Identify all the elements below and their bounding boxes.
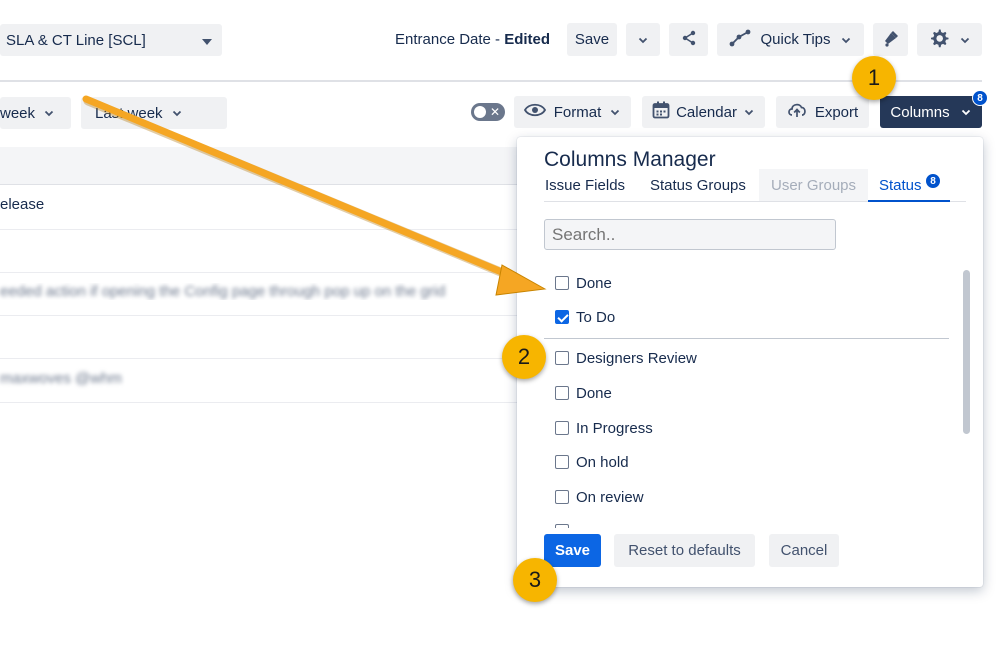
status-option-on-review[interactable]: On review: [555, 487, 644, 507]
row-divider: [0, 272, 540, 273]
chevron-down-icon: [743, 106, 755, 118]
status-option-done-selected[interactable]: Done: [555, 273, 612, 293]
checkbox[interactable]: [555, 455, 569, 469]
search-input[interactable]: [544, 219, 836, 250]
status-tab-badge: 8: [925, 173, 941, 189]
tab-status[interactable]: Status: [879, 177, 927, 194]
columns-label: Columns: [890, 103, 950, 121]
last-week-label: Last week: [95, 104, 163, 122]
tab-issue-fields[interactable]: Issue Fields: [545, 177, 625, 194]
chevron-down-icon: [960, 106, 972, 118]
view-name: Entrance Date -: [395, 31, 505, 48]
quick-tips-label: Quick Tips: [760, 31, 831, 48]
header-divider: [0, 80, 982, 82]
checkbox[interactable]: [555, 351, 569, 365]
status-option-done[interactable]: Done: [555, 383, 612, 403]
callout-3: 3: [513, 558, 557, 602]
status-option-on-hold[interactable]: On hold: [555, 452, 629, 472]
week-filter-button[interactable]: week: [0, 97, 71, 129]
week-filter-label: week: [0, 104, 36, 122]
status-option-to-do[interactable]: To Do: [555, 307, 615, 327]
share-icon: [680, 29, 698, 51]
status-option-in-progress[interactable]: In Progress: [555, 418, 653, 438]
panel-title: Columns Manager: [544, 148, 716, 171]
gear-icon: [929, 28, 949, 52]
grid-cell: maxwoves @whm: [0, 370, 122, 387]
option-label: In Progress: [576, 419, 653, 437]
option-label: On review: [576, 488, 644, 506]
toggle-knob: [474, 106, 486, 118]
quick-tips-button[interactable]: Quick Tips: [717, 23, 864, 56]
row-divider: [0, 402, 540, 403]
option-label: To Do: [576, 308, 616, 326]
view-title: Entrance Date - Edited: [395, 31, 550, 48]
status-option-designers-review[interactable]: Designers Review: [555, 348, 697, 368]
callout-1: 1: [852, 56, 896, 100]
option-label: Designers Review: [576, 349, 697, 367]
checkbox[interactable]: [555, 276, 569, 290]
tab-user-groups: User Groups: [771, 177, 857, 194]
grid-cell: eeded action if opening the Config page …: [0, 283, 455, 300]
chevron-down-icon: [840, 34, 852, 46]
format-label: Format: [553, 103, 602, 121]
eye-icon: [523, 102, 546, 122]
option-label: Done: [576, 384, 612, 402]
save-button[interactable]: Save: [544, 534, 601, 567]
view-toggle[interactable]: ✕: [471, 103, 505, 121]
chevron-down-icon: [43, 107, 55, 119]
option-label: On hold: [576, 453, 629, 471]
columns-count-badge: 8: [972, 90, 988, 106]
notifications-button[interactable]: [873, 23, 908, 56]
save-options-button[interactable]: [626, 23, 660, 56]
megaphone-icon: [882, 29, 900, 51]
callout-2: 2: [502, 335, 546, 379]
checkbox[interactable]: [555, 421, 569, 435]
share-button[interactable]: [669, 23, 708, 56]
cloud-upload-icon: [787, 102, 807, 122]
route-icon: [729, 29, 751, 51]
checkbox[interactable]: [555, 386, 569, 400]
save-view-button[interactable]: Save: [567, 23, 617, 56]
calendar-label: Calendar: [676, 103, 737, 121]
grid-cell-text: eeded action if opening the Config page …: [0, 283, 446, 300]
project-select-value: SLA & CT Line [SCL]: [6, 31, 146, 49]
last-week-filter-button[interactable]: Last week: [81, 97, 227, 129]
chevron-down-icon: [609, 106, 621, 118]
view-state: Edited: [504, 31, 551, 48]
row-divider: [0, 315, 540, 316]
checkbox[interactable]: [555, 490, 569, 504]
checkbox-partial: [555, 524, 569, 528]
cancel-button[interactable]: Cancel: [769, 534, 839, 567]
grid-header: [0, 147, 540, 185]
settings-button[interactable]: [917, 23, 982, 56]
chevron-down-icon: [637, 34, 649, 46]
tab-status-groups[interactable]: Status Groups: [650, 177, 746, 194]
grid-cell: elease: [0, 196, 45, 213]
chevron-down-icon: [959, 34, 971, 46]
project-select[interactable]: SLA & CT Line [SCL]: [0, 24, 222, 56]
option-label: Done: [576, 274, 612, 292]
calendar-button[interactable]: Calendar: [642, 96, 765, 128]
save-view-label: Save: [574, 31, 610, 48]
format-button[interactable]: Format: [514, 96, 631, 128]
columns-manager-panel: Columns Manager Issue Fields Status Grou…: [517, 137, 983, 587]
group-divider: [544, 338, 949, 339]
row-divider: [0, 358, 540, 359]
columns-button[interactable]: Columns: [880, 96, 982, 128]
export-label: Export: [814, 103, 859, 121]
calendar-icon: [652, 101, 670, 123]
close-icon: ✕: [489, 105, 500, 119]
active-tab-indicator: [868, 200, 950, 202]
checkbox-checked[interactable]: [555, 310, 569, 324]
reset-defaults-button[interactable]: Reset to defaults: [614, 534, 755, 567]
chevron-down-icon: [171, 107, 183, 119]
scrollbar-thumb[interactable]: [963, 270, 970, 434]
row-divider: [0, 229, 540, 230]
export-button[interactable]: Export: [776, 96, 869, 128]
caret-down-icon: [202, 32, 212, 49]
